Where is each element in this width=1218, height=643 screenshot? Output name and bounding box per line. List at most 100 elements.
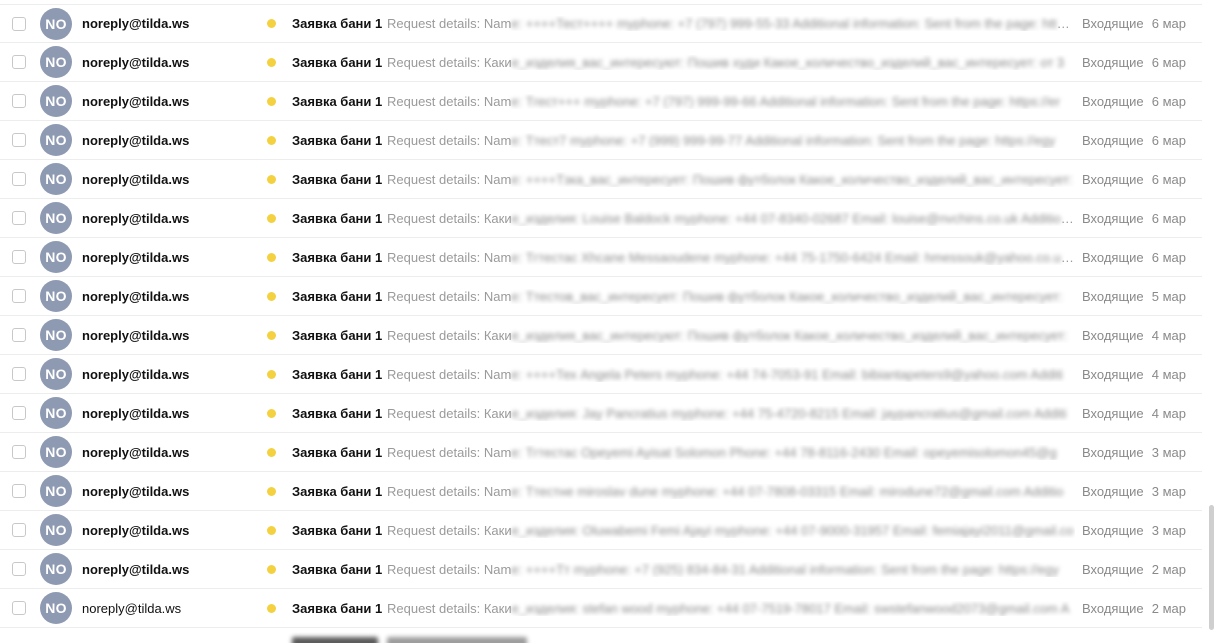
unread-dot-icon[interactable]: [267, 603, 276, 613]
message-row[interactable]: NO noreply@tilda.ws Заявка бани 1 Request d…: [0, 355, 1202, 394]
checkbox-icon[interactable]: [12, 367, 26, 381]
folder-label[interactable]: Входящие: [1082, 16, 1144, 31]
avatar[interactable]: NO: [40, 592, 72, 624]
checkbox-icon[interactable]: [12, 445, 26, 459]
avatar[interactable]: NO: [40, 124, 72, 156]
snippet-redacted: e: Тгтестас Xhcane Messaoudene myphone: …: [511, 249, 1075, 265]
message-row[interactable]: NO noreply@tilda.ws Заявка бани 1 Request d…: [0, 82, 1202, 121]
message-row[interactable]: NO noreply@tilda.ws Заявка бани 1 Request d…: [0, 589, 1202, 628]
avatar[interactable]: NO: [40, 202, 72, 234]
checkbox-icon[interactable]: [12, 328, 26, 342]
folder-label[interactable]: Входящие: [1082, 562, 1144, 577]
scrollbar-thumb[interactable]: [1209, 505, 1214, 630]
unread-dot-icon[interactable]: [267, 564, 276, 574]
unread-dot-icon[interactable]: [267, 330, 276, 340]
message-snippet: Request details: Name: ++++Тест++++ myph…: [387, 16, 1075, 31]
avatar[interactable]: NO: [40, 397, 72, 429]
message-row[interactable]: NO noreply@tilda.ws Заявка бани 1 Request d…: [0, 511, 1202, 550]
checkbox-icon[interactable]: [12, 211, 26, 225]
message-date: 6 мар: [1151, 132, 1186, 148]
checkbox-icon[interactable]: [12, 55, 26, 69]
avatar[interactable]: NO: [40, 85, 72, 117]
avatar[interactable]: NO: [40, 358, 72, 390]
unread-dot-icon[interactable]: [267, 19, 276, 28]
checkbox-icon[interactable]: [12, 484, 26, 498]
message-row[interactable]: NO noreply@tilda.ws Заявка бани 1 Request d…: [0, 199, 1202, 238]
unread-dot-icon[interactable]: [267, 57, 276, 67]
folder-label[interactable]: Входящие: [1082, 250, 1144, 265]
unread-dot-icon[interactable]: [267, 96, 276, 106]
folder-label[interactable]: Входящие: [1082, 367, 1144, 382]
avatar[interactable]: NO: [40, 46, 72, 78]
message-row[interactable]: NO noreply@tilda.ws Заявка бани 1 Request d…: [0, 160, 1202, 199]
avatar[interactable]: NO: [40, 436, 72, 468]
folder-label[interactable]: Входящие: [1082, 172, 1144, 187]
folder-label[interactable]: Входящие: [1082, 484, 1144, 499]
unread-dot-icon[interactable]: [267, 213, 276, 223]
message-snippet: Request details: Name: Тгест+++ myphone:…: [387, 94, 1075, 109]
checkbox-icon[interactable]: [12, 94, 26, 108]
message-subject: Заявка бани 1: [292, 93, 383, 109]
checkbox-icon[interactable]: [12, 172, 26, 186]
snippet-prefix: Request details: Nam: [387, 171, 512, 187]
message-row[interactable]: NO noreply@tilda.ws Заявка бани 1 Request d…: [0, 43, 1202, 82]
unread-dot-icon[interactable]: [267, 486, 276, 496]
folder-label[interactable]: Входящие: [1082, 289, 1144, 304]
message-date: 2 мар: [1151, 561, 1186, 577]
avatar[interactable]: NO: [40, 241, 72, 273]
unread-dot-icon[interactable]: [267, 174, 276, 184]
scrollbar[interactable]: [1206, 0, 1216, 643]
checkbox-icon[interactable]: [12, 16, 26, 31]
checkbox-icon[interactable]: [12, 562, 26, 576]
message-list: NO noreply@tilda.ws Заявка бани 1 Request d…: [0, 4, 1202, 628]
avatar[interactable]: NO: [40, 514, 72, 546]
message-row[interactable]: NO noreply@tilda.ws Заявка бани 1 Request d…: [0, 550, 1202, 589]
message-snippet: Request details: Какие_изделия: Jay Panc…: [387, 406, 1075, 421]
avatar[interactable]: NO: [40, 319, 72, 351]
avatar[interactable]: NO: [40, 163, 72, 195]
folder-label[interactable]: Входящие: [1082, 55, 1144, 70]
snippet-redacted: e: Ттестов_вас_интересует: Пошив футболо…: [511, 288, 1063, 304]
unread-dot-icon[interactable]: [267, 408, 276, 418]
message-row[interactable]: NO noreply@tilda.ws Заявка бани 1 Request d…: [0, 394, 1202, 433]
checkbox-icon[interactable]: [12, 250, 26, 264]
checkbox-icon[interactable]: [12, 601, 26, 615]
unread-dot-icon[interactable]: [267, 369, 276, 379]
checkbox-icon[interactable]: [12, 133, 26, 147]
message-snippet: Request details: Name: Тгтестас Xhcane M…: [387, 250, 1075, 265]
unread-dot-icon[interactable]: [267, 252, 276, 262]
checkbox-icon[interactable]: [12, 523, 26, 537]
mail-inbox: NO noreply@tilda.ws Заявка бани 1 Request d…: [0, 0, 1218, 643]
message-subject: Заявка бани 1: [292, 561, 383, 577]
avatar[interactable]: NO: [40, 7, 72, 40]
checkbox-icon[interactable]: [12, 289, 26, 303]
partial-next-row[interactable]: [0, 631, 1202, 643]
avatar[interactable]: NO: [40, 475, 72, 507]
message-date: 6 мар: [1151, 171, 1186, 187]
checkbox-icon[interactable]: [12, 406, 26, 420]
folder-label[interactable]: Входящие: [1082, 601, 1144, 616]
folder-label[interactable]: Входящие: [1082, 94, 1144, 109]
message-row[interactable]: NO noreply@tilda.ws Заявка бани 1 Request d…: [0, 4, 1202, 43]
message-row[interactable]: NO noreply@tilda.ws Заявка бани 1 Request d…: [0, 277, 1202, 316]
message-row[interactable]: NO noreply@tilda.ws Заявка бани 1 Request d…: [0, 121, 1202, 160]
unread-dot-icon[interactable]: [267, 525, 276, 535]
sender-name: noreply@tilda.ws: [82, 16, 190, 31]
sender-name: noreply@tilda.ws: [82, 171, 190, 187]
folder-label[interactable]: Входящие: [1082, 406, 1144, 421]
unread-dot-icon[interactable]: [267, 447, 276, 457]
folder-label[interactable]: Входящие: [1082, 445, 1144, 460]
message-row[interactable]: NO noreply@tilda.ws Заявка бани 1 Request d…: [0, 316, 1202, 355]
avatar[interactable]: NO: [40, 553, 72, 585]
message-row[interactable]: NO noreply@tilda.ws Заявка бани 1 Request d…: [0, 472, 1202, 511]
unread-dot-icon[interactable]: [267, 135, 276, 145]
message-row[interactable]: NO noreply@tilda.ws Заявка бани 1 Request d…: [0, 238, 1202, 277]
folder-label[interactable]: Входящие: [1082, 211, 1144, 226]
folder-label[interactable]: Входящие: [1082, 133, 1144, 148]
folder-label[interactable]: Входящие: [1082, 328, 1144, 343]
message-row[interactable]: NO noreply@tilda.ws Заявка бани 1 Request d…: [0, 433, 1202, 472]
sender-name: noreply@tilda.ws: [82, 132, 190, 148]
avatar[interactable]: NO: [40, 280, 72, 312]
folder-label[interactable]: Входящие: [1082, 523, 1144, 538]
unread-dot-icon[interactable]: [267, 291, 276, 301]
